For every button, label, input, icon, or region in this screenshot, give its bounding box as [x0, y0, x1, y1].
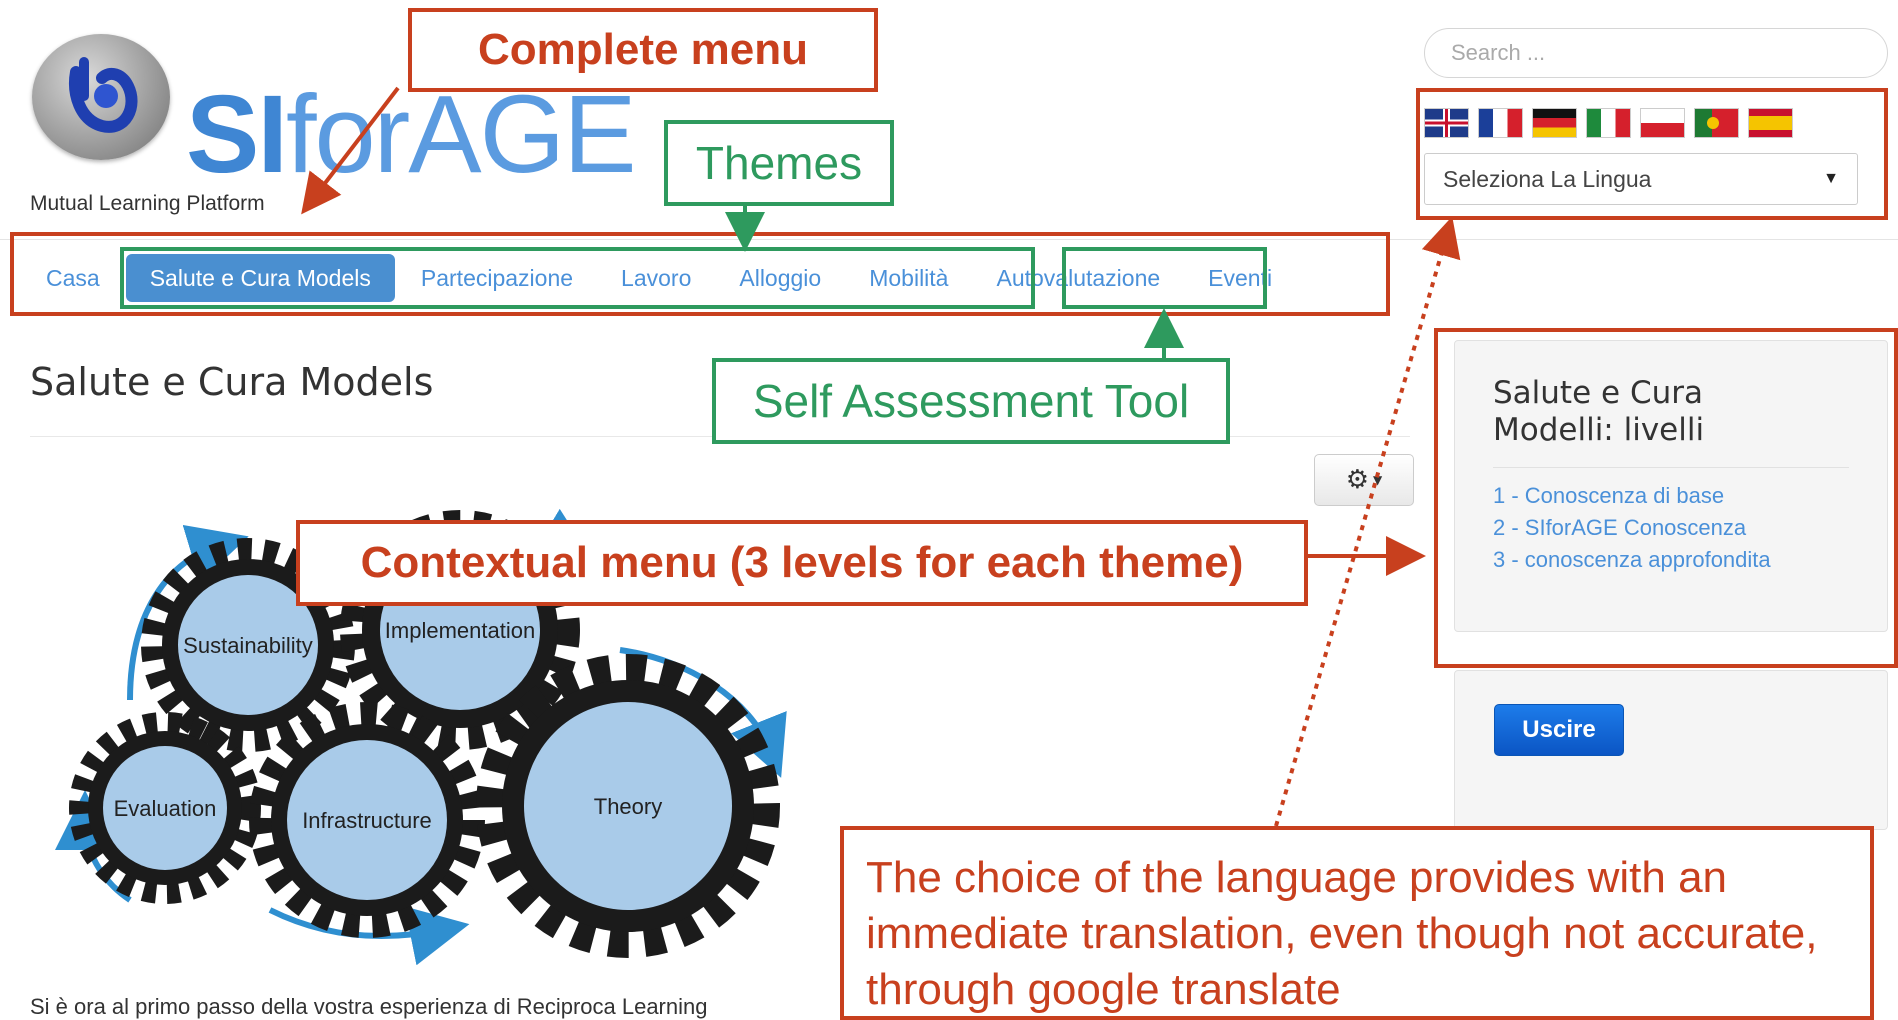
- annotation-text: Contextual menu (3 levels for each theme…: [360, 538, 1244, 587]
- annotation-text: Themes: [695, 137, 863, 189]
- annotation-text: Complete menu: [477, 25, 809, 74]
- gear-icon: ⚙: [1345, 465, 1370, 495]
- logo-emblem: [32, 34, 170, 160]
- annotation-self-assessment-label: Self Assessment Tool: [712, 358, 1230, 444]
- annotation-text: Self Assessment Tool: [752, 375, 1190, 427]
- tagline: Mutual Learning Platform: [30, 192, 265, 215]
- annotation-contextual-menu-label: Contextual menu (3 levels for each theme…: [296, 520, 1308, 606]
- search-input[interactable]: [1424, 28, 1888, 78]
- annotation-language-note: The choice of the language provides with…: [840, 826, 1874, 1020]
- logo-text-bold: SI: [186, 73, 288, 196]
- logout-button[interactable]: Uscire: [1494, 704, 1624, 756]
- figure-logo-icon: [69, 57, 138, 133]
- gear-label: Theory: [594, 794, 662, 819]
- page-title: Salute e Cura Models: [30, 360, 434, 404]
- annotation-contextual-frame: [1434, 328, 1898, 668]
- gear-evaluation: Evaluation: [69, 712, 261, 904]
- annotation-self-assessment-frame: [1062, 247, 1267, 309]
- annotation-text: The choice of the language provides with…: [866, 853, 1818, 1014]
- annotation-themes-frame: [120, 247, 1035, 309]
- annotation-complete-menu-label: Complete menu: [408, 8, 878, 92]
- gear-theory: Theory: [476, 654, 780, 958]
- annotation-language-frame: [1416, 88, 1888, 220]
- gear-label: Infrastructure: [302, 808, 432, 833]
- gear-label: Implementation: [385, 618, 535, 643]
- logo-wordmark[interactable]: SIforAGE: [186, 80, 637, 190]
- options-dropdown-button[interactable]: ⚙ ▼: [1314, 454, 1414, 506]
- intro-text: Si è ora al primo passo della vostra esp…: [30, 994, 708, 1019]
- annotation-themes-label: Themes: [664, 120, 894, 206]
- gear-label: Evaluation: [114, 796, 217, 821]
- gear-label: Sustainability: [183, 633, 313, 658]
- gear-infrastructure: Infrastructure: [249, 702, 485, 938]
- caret-down-icon: ▼: [1373, 473, 1383, 487]
